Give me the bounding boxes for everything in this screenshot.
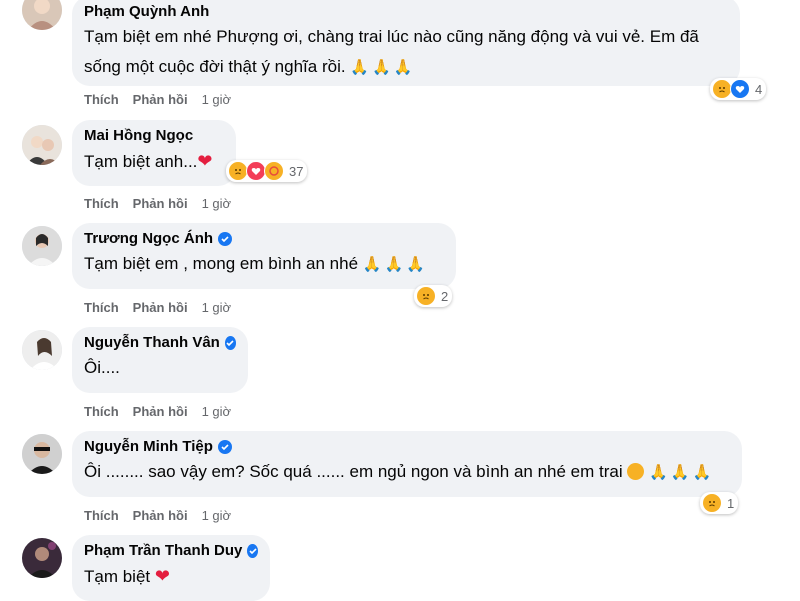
comment-bubble: Nguyễn Minh Tiệp Ôi ........ sao vậy em?… xyxy=(72,431,742,497)
commenter-name[interactable]: Trương Ngọc Ánh xyxy=(84,229,444,249)
comment-actions: Thích Phản hồi 1 giờ xyxy=(84,92,245,107)
timestamp[interactable]: 1 giờ xyxy=(202,92,232,107)
reaction-count: 1 xyxy=(727,495,735,511)
comment-text: Tạm biệt em , mong em bình an nhé 🙏🙏🙏 xyxy=(84,254,428,273)
reaction-count: 37 xyxy=(289,163,304,179)
comment-text: Ôi ........ sao vậy em? Sốc quá ...... e… xyxy=(84,462,715,481)
comment-text: Tạm biệt ❤ xyxy=(84,566,170,586)
comment-bubble: Trương Ngọc Ánh Tạm biệt em , mong em bì… xyxy=(72,223,456,289)
comment-actions: Thích Phản hồi 1 giờ xyxy=(84,508,245,523)
comment-text: sống một cuộc đời thật ý nghĩa rồi. 🙏🙏🙏 xyxy=(84,57,416,76)
love-reaction-icon xyxy=(246,161,266,181)
reaction-summary[interactable]: 2 xyxy=(414,285,453,307)
verified-badge-icon xyxy=(217,440,232,454)
verified-badge-icon xyxy=(218,232,233,246)
reply-button[interactable]: Phản hồi xyxy=(133,508,188,523)
commenter-name[interactable]: Nguyễn Thanh Vân xyxy=(84,333,236,353)
folded-hands-icon: 🙏🙏🙏 xyxy=(649,464,715,481)
avatar[interactable] xyxy=(22,330,62,370)
comment-text: Tạm biệt anh...❤ xyxy=(84,151,213,171)
verified-badge-icon xyxy=(224,336,236,350)
comment-actions: Thích Phản hồi 1 giờ xyxy=(84,404,245,419)
avatar[interactable] xyxy=(22,226,62,266)
folded-hands-icon: 🙏🙏🙏 xyxy=(350,59,416,76)
timestamp[interactable]: 1 giờ xyxy=(202,508,232,523)
reaction-summary[interactable]: 1 xyxy=(700,492,739,514)
comment-text: Ôi.... xyxy=(84,358,120,377)
like-button[interactable]: Thích xyxy=(84,300,119,315)
red-heart-icon: ❤ xyxy=(197,151,213,171)
comment-text: Tạm biệt em nhé Phượng ơi, chàng trai lú… xyxy=(84,27,699,46)
red-heart-icon: ❤ xyxy=(154,566,170,586)
commenter-name[interactable]: Mai Hồng Ngọc xyxy=(84,126,224,146)
sad-reaction-icon xyxy=(712,79,732,99)
folded-hands-icon: 🙏🙏🙏 xyxy=(362,256,428,273)
sad-reaction-icon xyxy=(702,493,722,513)
commenter-name[interactable]: Phạm Trần Thanh Duy xyxy=(84,541,258,561)
timestamp[interactable]: 1 giờ xyxy=(202,404,232,419)
avatar[interactable] xyxy=(22,434,62,474)
reaction-summary[interactable]: 4 xyxy=(710,78,767,100)
avatar[interactable] xyxy=(22,0,62,30)
sad-face-icon xyxy=(627,463,645,480)
avatar[interactable] xyxy=(22,125,62,165)
reaction-summary[interactable]: 37 xyxy=(226,160,308,182)
care-reaction-icon xyxy=(730,79,750,99)
like-button[interactable]: Thích xyxy=(84,196,119,211)
reply-button[interactable]: Phản hồi xyxy=(133,196,188,211)
reply-button[interactable]: Phản hồi xyxy=(133,300,188,315)
commenter-name[interactable]: Phạm Quỳnh Anh xyxy=(84,2,728,22)
reply-button[interactable]: Phản hồi xyxy=(133,404,188,419)
comment-bubble: Phạm Trần Thanh Duy Tạm biệt ❤ xyxy=(72,535,270,601)
timestamp[interactable]: 1 giờ xyxy=(202,196,232,211)
comment-bubble: Phạm Quỳnh Anh Tạm biệt em nhé Phượng ơi… xyxy=(72,0,740,86)
verified-badge-icon xyxy=(247,544,258,558)
like-button[interactable]: Thích xyxy=(84,508,119,523)
like-button[interactable]: Thích xyxy=(84,404,119,419)
comment-bubble: Mai Hồng Ngọc Tạm biệt anh...❤ xyxy=(72,120,236,186)
like-button[interactable]: Thích xyxy=(84,92,119,107)
comment-actions: Thích Phản hồi 1 giờ xyxy=(84,300,245,315)
reaction-count: 4 xyxy=(755,81,763,97)
care-reaction-icon xyxy=(264,161,284,181)
comment-actions: Thích Phản hồi 1 giờ xyxy=(84,196,245,211)
reaction-count: 2 xyxy=(441,288,449,304)
timestamp[interactable]: 1 giờ xyxy=(202,300,232,315)
sad-reaction-icon xyxy=(228,161,248,181)
avatar[interactable] xyxy=(22,538,62,578)
commenter-name[interactable]: Nguyễn Minh Tiệp xyxy=(84,437,730,457)
reply-button[interactable]: Phản hồi xyxy=(133,92,188,107)
comment-bubble: Nguyễn Thanh Vân Ôi.... xyxy=(72,327,248,393)
sad-reaction-icon xyxy=(416,286,436,306)
